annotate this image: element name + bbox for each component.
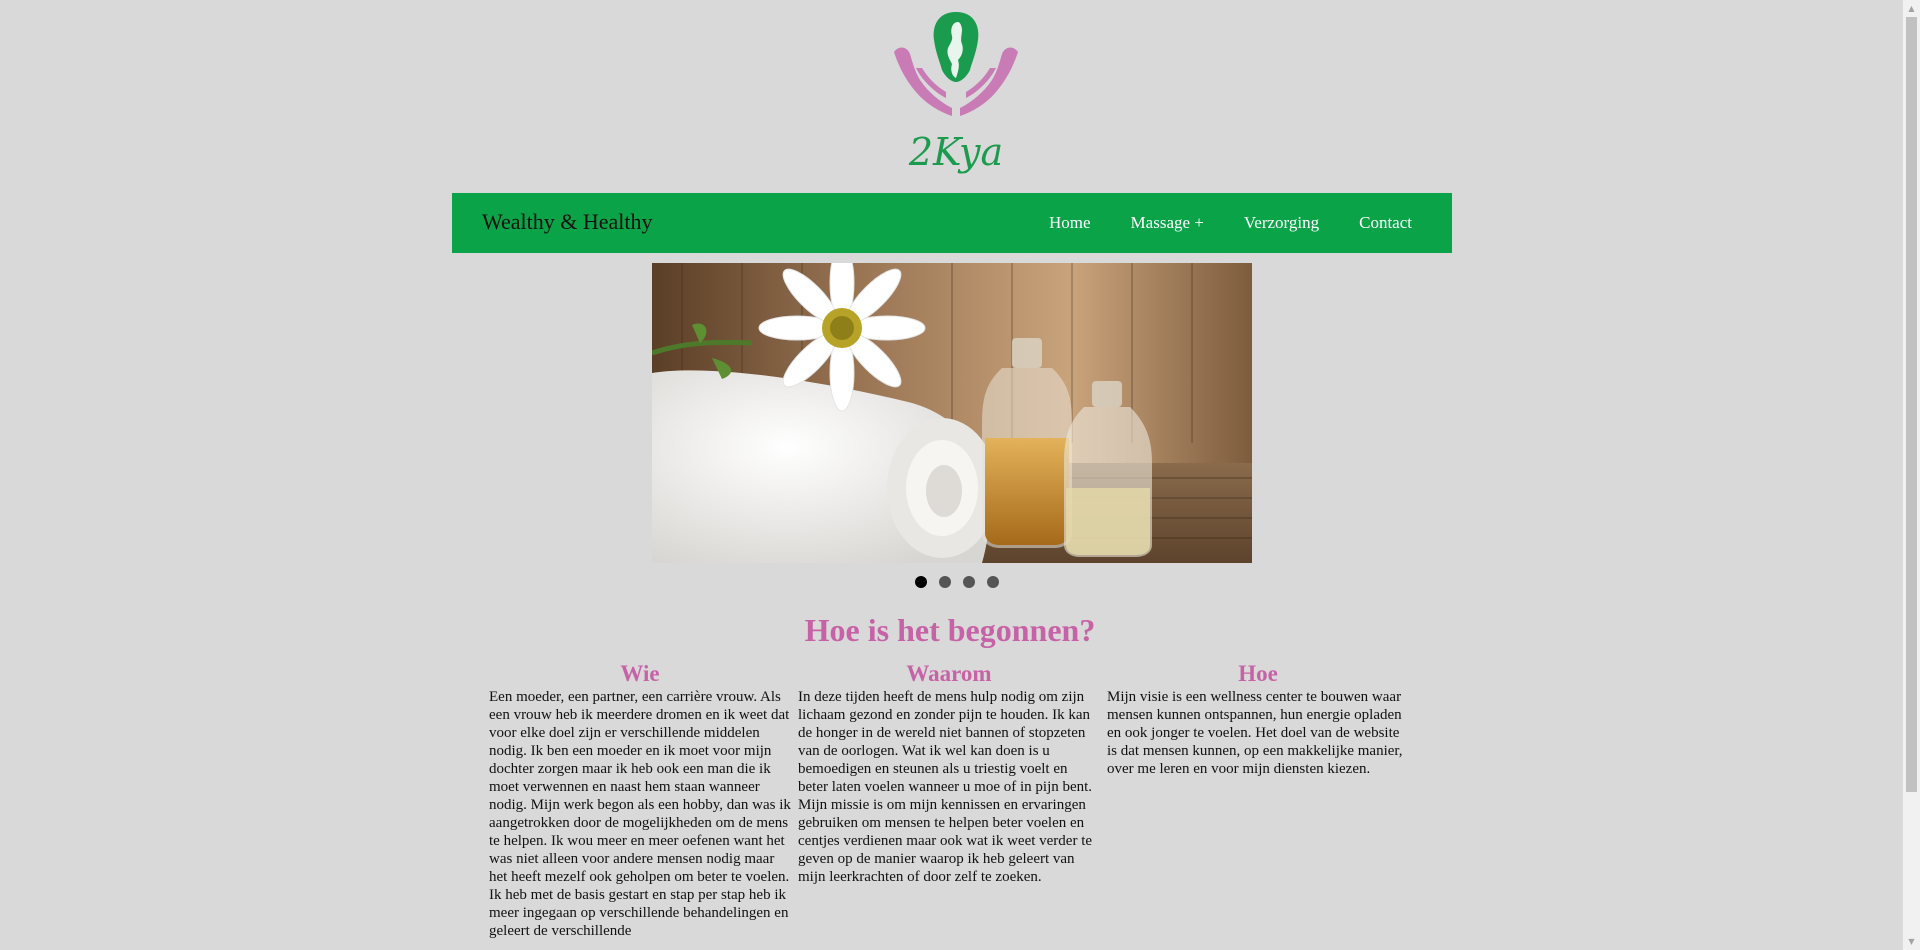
page: 2Kya Wealthy & Healthy Home Massage + Ve… xyxy=(0,0,1920,950)
section-title: Hoe is het begonnen? xyxy=(804,612,1096,648)
brand-link[interactable]: Wealthy & Healthy xyxy=(482,209,653,235)
main-navbar: Wealthy & Healthy Home Massage + Verzorg… xyxy=(452,193,1452,253)
carousel-dot-4[interactable] xyxy=(987,576,999,588)
column-heading-waarom: Waarom xyxy=(906,661,992,686)
page-scrollbar[interactable]: ▲ ▼ xyxy=(1902,0,1920,950)
column-wie: Wie Een moeder, een partner, een carrièr… xyxy=(489,660,791,940)
carousel-indicators xyxy=(915,576,999,588)
column-text-hoe: Mijn visie is een wellness center te bou… xyxy=(1107,689,1403,777)
column-waarom: Waarom In deze tijden heeft de mens hulp… xyxy=(798,660,1100,886)
nav-link-home[interactable]: Home xyxy=(1029,213,1111,233)
hero-carousel[interactable] xyxy=(652,263,1252,563)
nav-links: Home Massage + Verzorging Contact xyxy=(1029,193,1432,253)
carousel-dot-1[interactable] xyxy=(915,576,927,588)
scroll-up-arrow-icon[interactable]: ▲ xyxy=(1903,0,1920,17)
logo-text: 2Kya xyxy=(908,130,1004,174)
column-text-wie: Een moeder, een partner, een carrière vr… xyxy=(489,689,791,939)
column-text-waarom: In deze tijden heeft de mens hulp nodig … xyxy=(798,689,1093,885)
carousel-dot-3[interactable] xyxy=(963,576,975,588)
scrollbar-thumb[interactable] xyxy=(1906,17,1917,792)
column-heading-wie: Wie xyxy=(620,661,660,686)
intro-columns: Wie Een moeder, een partner, een carrièr… xyxy=(489,660,1489,950)
spa-towel-flower-oil-image xyxy=(652,263,1252,563)
nav-link-contact[interactable]: Contact xyxy=(1339,213,1432,233)
site-logo[interactable]: 2Kya xyxy=(886,8,1026,178)
column-hoe: Hoe Mijn visie is een wellness center te… xyxy=(1107,660,1409,778)
carousel-dot-2[interactable] xyxy=(939,576,951,588)
column-heading-hoe: Hoe xyxy=(1238,661,1278,686)
logo-hands-icon xyxy=(894,12,1018,116)
scroll-down-arrow-icon[interactable]: ▼ xyxy=(1903,933,1920,950)
nav-link-verzorging[interactable]: Verzorging xyxy=(1224,213,1339,233)
nav-link-massage[interactable]: Massage + xyxy=(1111,213,1224,233)
